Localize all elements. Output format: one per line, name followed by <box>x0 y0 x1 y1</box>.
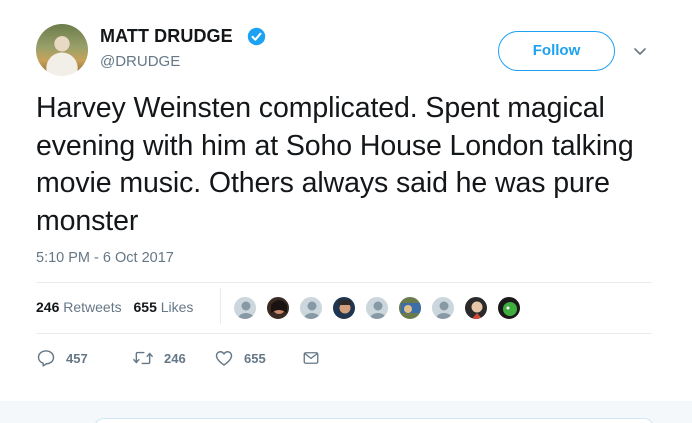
liker-avatar[interactable] <box>299 296 323 320</box>
tweet-text: Harvey Weinsten complicated. Spent magic… <box>36 92 634 237</box>
like-button[interactable]: 655 <box>214 346 266 370</box>
reply-input[interactable] <box>94 418 654 423</box>
user-display-name[interactable]: MATT DRUDGE <box>100 26 233 47</box>
retweets-stat[interactable]: 246 Retweets <box>36 299 122 315</box>
verified-badge-icon <box>247 27 266 46</box>
liker-avatar[interactable] <box>464 296 488 320</box>
user-handle[interactable]: @DRUDGE <box>100 53 180 70</box>
likes-label: Likes <box>160 299 194 315</box>
envelope-icon <box>303 352 319 364</box>
tweet-card: MATT DRUDGE @DRUDGE Follow Harvey Weinst… <box>0 0 692 400</box>
retweet-button[interactable]: 246 <box>132 346 186 370</box>
liker-avatar[interactable] <box>365 296 389 320</box>
tweet-timestamp[interactable]: 5:10 PM - 6 Oct 2017 <box>36 250 174 266</box>
liker-avatar[interactable] <box>266 296 290 320</box>
reply-icon <box>37 350 55 367</box>
retweets-count: 246 <box>36 299 60 315</box>
like-count: 655 <box>244 350 266 366</box>
chevron-down-icon[interactable] <box>632 43 648 59</box>
direct-message-button[interactable] <box>302 346 330 370</box>
divider <box>36 282 652 283</box>
divider <box>36 333 652 334</box>
retweets-label: Retweets <box>63 299 122 315</box>
liker-avatar[interactable] <box>332 296 356 320</box>
liker-avatar[interactable] <box>497 296 521 320</box>
reply-count: 457 <box>66 350 88 366</box>
retweet-icon <box>133 351 153 365</box>
reply-area <box>0 401 692 423</box>
reply-button[interactable]: 457 <box>36 346 88 370</box>
likes-stat[interactable]: 655 Likes <box>134 299 194 315</box>
liker-avatar[interactable] <box>431 296 455 320</box>
stats-divider <box>220 288 221 324</box>
retweet-count: 246 <box>164 350 186 366</box>
heart-icon <box>215 351 233 366</box>
liker-avatar[interactable] <box>398 296 422 320</box>
follow-button[interactable]: Follow <box>498 31 615 71</box>
liker-avatar[interactable] <box>233 296 257 320</box>
likes-count: 655 <box>133 299 157 315</box>
engagement-stats: 246 Retweets 655 Likes <box>36 299 193 315</box>
user-avatar[interactable] <box>36 24 88 76</box>
